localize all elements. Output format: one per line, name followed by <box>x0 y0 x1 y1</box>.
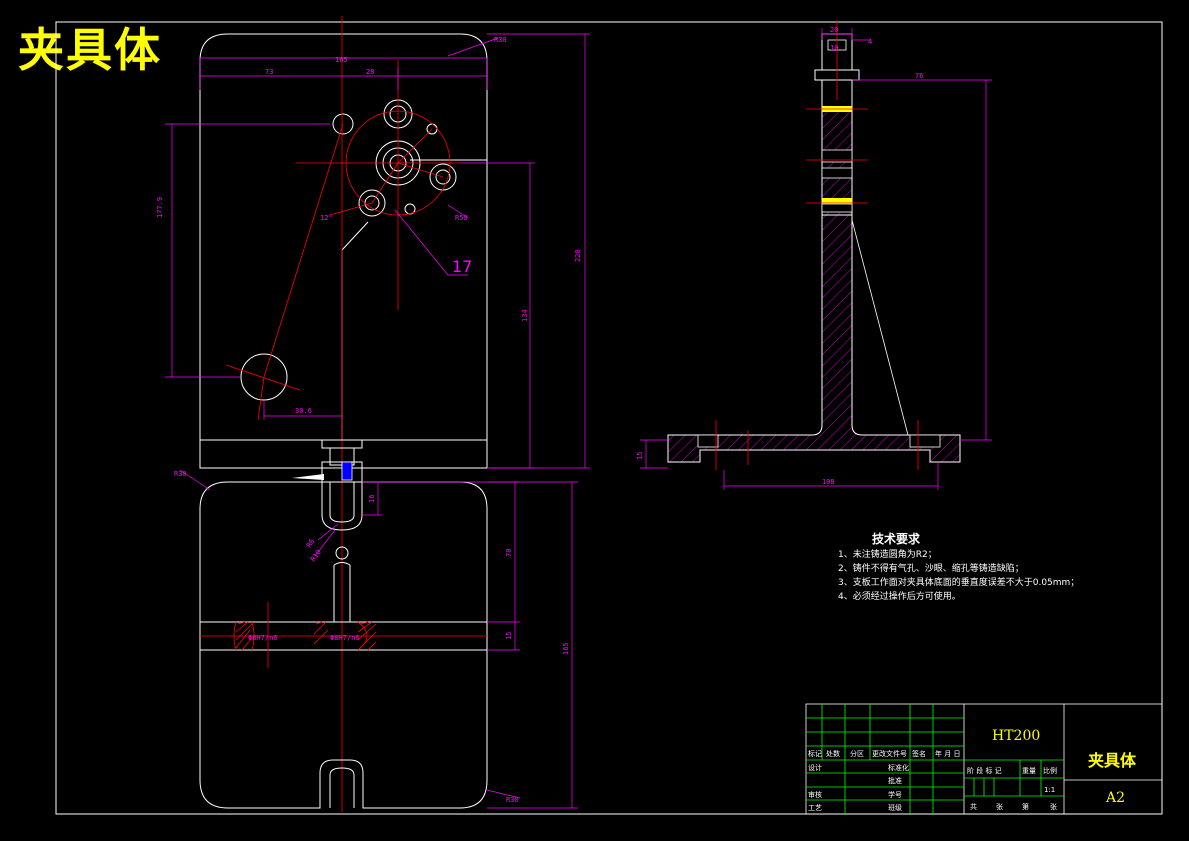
dim-70: 70 <box>505 549 513 557</box>
tb-left-2: 工艺 <box>808 804 822 812</box>
dim-165: 165 <box>335 56 348 64</box>
dim-20: 20 <box>830 26 838 34</box>
tb-stage-0: 阶 段 标 记 <box>967 766 1002 775</box>
material-label: HT200 <box>992 728 1040 744</box>
top-plate-outline <box>199 481 488 809</box>
pointer-arrow <box>292 474 324 480</box>
tb-header-1: 处数 <box>826 749 840 758</box>
dim-4: 4 <box>868 38 872 46</box>
scale-label: 1:1 <box>1044 786 1055 794</box>
top-dim-text: R30 16 R6 R10 70 15 165 Φ8H7/n6 Φ8H7/n6 … <box>174 470 570 804</box>
dim-30-6: 30.6 <box>295 407 312 415</box>
fit-label-1: Φ8H7/n6 <box>248 634 278 642</box>
tb-sheet-2: 第 <box>1022 802 1029 811</box>
tech-note-4: 4、必须经过操作后方可使用。 <box>838 592 961 602</box>
drawing-frame <box>55 21 1163 815</box>
dim-76: 76 <box>915 72 923 80</box>
side-section-hatch <box>667 214 961 463</box>
tb-header-0: 标记 <box>808 749 822 758</box>
dim-r30-top: R30 <box>494 36 507 44</box>
front-view <box>199 33 488 469</box>
tb-mid-1: 批准 <box>888 776 902 785</box>
drawing-sheet: 165 73 28 R30 177.9 228 134 30.6 12° R50… <box>55 16 1163 815</box>
tb-left-1: 审核 <box>808 790 822 799</box>
part-name-label: 夹具体 <box>1088 751 1137 770</box>
tb-sheet-3: 张 <box>1050 802 1057 811</box>
dim-r50: R50 <box>455 214 468 222</box>
dim-15: 15 <box>505 632 513 640</box>
tb-header-3: 更改文件号 <box>872 749 907 758</box>
tech-note-3: 3、支板工作面对夹具体底面的垂直度误差不大于0.05mm； <box>838 578 1080 588</box>
tb-stage-2: 比例 <box>1043 766 1057 775</box>
dim-177-9: 177.9 <box>156 197 164 218</box>
dim-10: 10 <box>830 44 838 52</box>
dim-134: 134 <box>521 309 529 322</box>
dim-r30-b: R30 <box>506 796 519 804</box>
tb-left-0: 设计 <box>808 763 822 772</box>
dim-108: 108 <box>822 478 835 486</box>
dim-r10: R10 <box>309 548 323 563</box>
tb-mid-0: 标准化 <box>888 763 909 772</box>
clamp-marker <box>341 461 353 481</box>
tb-sheet-0: 共 <box>970 802 977 811</box>
top-dimensions <box>179 469 578 809</box>
dim-165-vertical: 165 <box>562 642 570 655</box>
front-rib-chamfer <box>341 221 369 251</box>
side-dimensions <box>640 28 992 490</box>
tb-sheet-1: 张 <box>996 802 1003 811</box>
callout-17: 17 <box>452 257 472 276</box>
side-view <box>667 33 961 463</box>
side-centerlines <box>715 20 919 470</box>
tb-header-5: 年 月 日 <box>935 749 960 758</box>
sheet-size-label: A2 <box>1105 790 1125 806</box>
front-dimensions <box>165 33 590 469</box>
tb-header-4: 签名 <box>912 749 926 758</box>
dim-r6: R6 <box>305 538 316 550</box>
dim-16: 16 <box>368 495 376 503</box>
dim-r30-a: R30 <box>174 470 187 478</box>
technical-requirements: 技术要求 1、未注铸造圆角为R2； 2、铸件不得有气孔、沙眼、缩孔等铸造缺陷； … <box>838 532 1079 604</box>
tb-mid-3: 班级 <box>888 803 902 812</box>
tech-note-1: 1、未注铸造圆角为R2； <box>838 550 937 560</box>
tb-mid-2: 学号 <box>888 790 902 799</box>
dim-73: 73 <box>265 68 273 76</box>
top-view <box>199 439 488 809</box>
tech-note-2: 2、铸件不得有气孔、沙眼、缩孔等铸造缺陷； <box>838 564 1024 574</box>
front-dim-text: 165 73 28 R30 177.9 228 134 30.6 12° R50… <box>156 36 582 415</box>
tb-header-2: 分区 <box>850 749 864 758</box>
tech-notes-title: 技术要求 <box>872 532 921 546</box>
tb-stage-1: 重量 <box>1022 767 1036 775</box>
dim-228: 228 <box>574 249 582 262</box>
dim-angle-12: 12° <box>320 214 333 222</box>
dim-28: 28 <box>366 68 374 76</box>
dim-15-side: 15 <box>636 452 644 460</box>
side-dim-text: 20 10 4 76 15 108 <box>636 26 923 486</box>
fit-label-2: Φ8H7/n6 <box>330 634 360 642</box>
front-plate-outline <box>199 33 488 469</box>
